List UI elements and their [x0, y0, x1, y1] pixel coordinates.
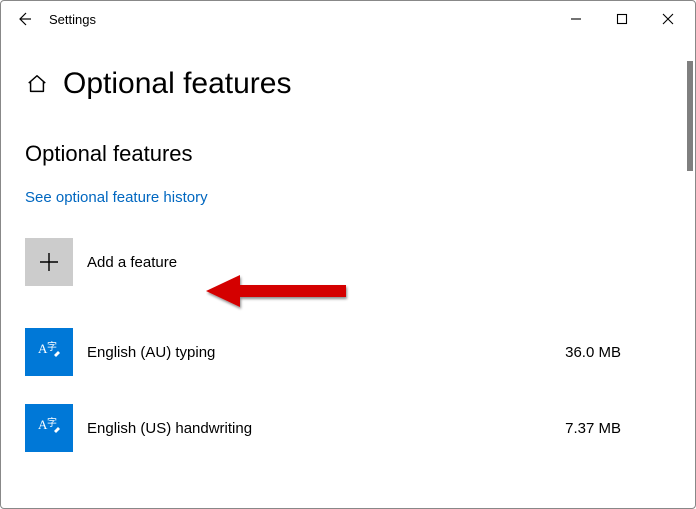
arrow-left-icon [16, 11, 32, 27]
svg-text:字: 字 [47, 416, 57, 429]
home-icon[interactable] [25, 72, 49, 96]
section-title: Optional features [25, 141, 671, 167]
plus-icon [25, 238, 73, 286]
maximize-icon [616, 13, 628, 25]
titlebar: Settings [1, 1, 695, 37]
history-link[interactable]: See optional feature history [25, 189, 671, 206]
page-title: Optional features [63, 67, 291, 101]
feature-item[interactable]: A 字 English (US) handwriting 7.37 MB [25, 404, 671, 452]
feature-size: 7.37 MB [565, 420, 621, 437]
content-area: Optional features Optional features See … [1, 67, 695, 452]
page-header: Optional features [25, 67, 671, 101]
close-icon [662, 13, 674, 25]
add-feature-button[interactable]: Add a feature [25, 238, 671, 286]
minimize-icon [570, 13, 582, 25]
minimize-button[interactable] [553, 1, 599, 37]
scrollbar-thumb[interactable] [687, 61, 693, 171]
window-title: Settings [49, 12, 96, 27]
language-icon: A 字 [25, 328, 73, 376]
feature-name: English (AU) typing [87, 344, 551, 361]
feature-size: 36.0 MB [565, 344, 621, 361]
maximize-button[interactable] [599, 1, 645, 37]
language-icon: A 字 [25, 404, 73, 452]
feature-item[interactable]: A 字 English (AU) typing 36.0 MB [25, 328, 671, 376]
feature-name: English (US) handwriting [87, 420, 551, 437]
back-button[interactable] [5, 1, 43, 37]
svg-text:字: 字 [47, 340, 57, 353]
add-feature-label: Add a feature [87, 254, 177, 271]
close-button[interactable] [645, 1, 691, 37]
